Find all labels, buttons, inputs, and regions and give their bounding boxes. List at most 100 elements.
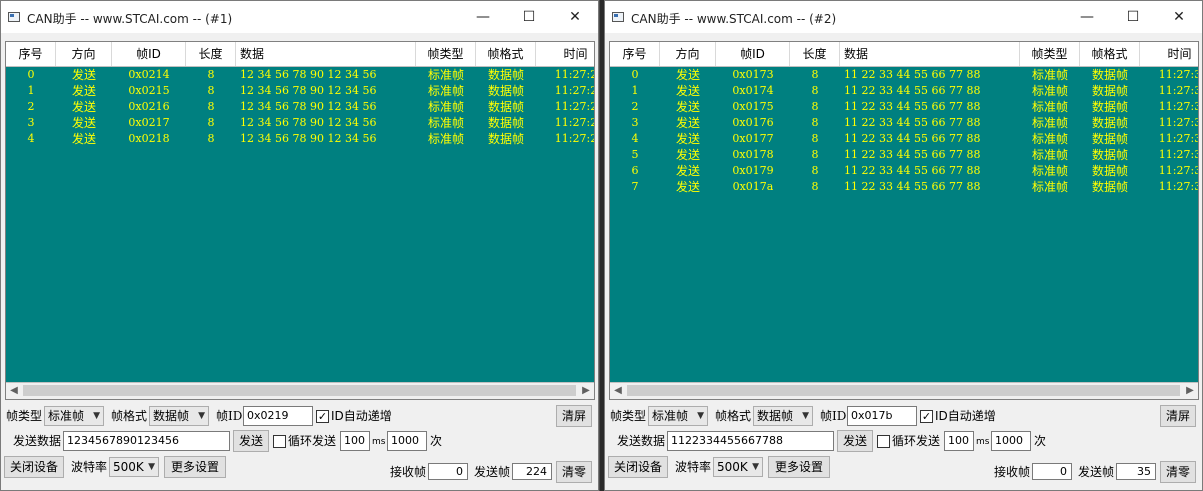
- loop-interval-input[interactable]: 100: [944, 431, 974, 451]
- column-header-index[interactable]: 序号: [610, 42, 660, 66]
- scrollbar-thumb[interactable]: [627, 385, 1180, 396]
- table-row[interactable]: 3 发送 0x0217 8 12 34 56 78 90 12 34 56 标准帧 数据帧 1…: [6, 115, 595, 131]
- scroll-right-icon[interactable]: ▶: [1182, 383, 1198, 399]
- frame-id-input[interactable]: 0x0219: [243, 406, 313, 426]
- table-row[interactable]: 2 发送 0x0175 8 11 22 33 44 55 66 77 88 标准帧 数据帧 1…: [610, 99, 1199, 115]
- row-length: 8: [811, 148, 819, 161]
- close-device-button[interactable]: 关闭设备: [4, 456, 64, 478]
- column-header-length[interactable]: 长度: [186, 42, 236, 66]
- column-header-length[interactable]: 长度: [790, 42, 840, 66]
- row-index: 4: [631, 132, 639, 145]
- scrollbar-thumb[interactable]: [23, 385, 576, 396]
- column-header-data[interactable]: 数据: [840, 42, 1020, 66]
- table-row[interactable]: 1 发送 0x0215 8 12 34 56 78 90 12 34 56 标准帧 数据帧 1…: [6, 83, 595, 99]
- column-header-frame-type[interactable]: 帧类型: [416, 42, 476, 66]
- column-header-frame-format[interactable]: 帧格式: [1080, 42, 1140, 66]
- column-header-frame-id[interactable]: 帧ID: [112, 42, 186, 66]
- row-length: 8: [811, 84, 819, 97]
- row-direction: 发送: [675, 148, 700, 162]
- row-frame-type: 标准帧: [427, 100, 464, 114]
- frame-list-header: 序号 方向 帧ID 长度 数据 帧类型 帧格式 时间: [6, 42, 594, 67]
- minimize-button[interactable]: —: [1064, 1, 1110, 33]
- row-frame-type: 标准帧: [1031, 116, 1068, 130]
- column-header-direction[interactable]: 方向: [660, 42, 716, 66]
- frame-type-label: 帧类型: [6, 409, 43, 423]
- baud-rate-select[interactable]: 500K ▼: [109, 457, 159, 477]
- table-row[interactable]: 6 发送 0x0179 8 11 22 33 44 55 66 77 88 标准帧 数据帧 1…: [610, 163, 1199, 179]
- frame-id-input[interactable]: 0x017b: [847, 406, 917, 426]
- column-header-time[interactable]: 时间: [1140, 42, 1198, 66]
- row-length: 8: [811, 132, 819, 145]
- loop-send-checkbox[interactable]: [877, 435, 890, 448]
- table-row[interactable]: 7 发送 0x017a 8 11 22 33 44 55 66 77 88 标准帧 数据帧 1…: [610, 179, 1199, 195]
- send-data-input[interactable]: 1234567890123456: [63, 431, 230, 451]
- row-frame-format: 数据帧: [487, 68, 524, 82]
- send-data-label: 发送数据: [13, 434, 62, 448]
- id-auto-increment-checkbox[interactable]: ✓: [316, 410, 329, 423]
- table-row[interactable]: 4 发送 0x0218 8 12 34 56 78 90 12 34 56 标准帧 数据帧 1…: [6, 131, 595, 147]
- more-settings-button[interactable]: 更多设置: [164, 456, 226, 478]
- close-device-button[interactable]: 关闭设备: [608, 456, 668, 478]
- frame-format-value: 数据帧: [153, 409, 190, 423]
- frame-format-select[interactable]: 数据帧 ▼: [149, 406, 209, 426]
- row-direction: 发送: [71, 132, 96, 146]
- clear-count-button[interactable]: 清零: [1160, 461, 1196, 483]
- table-row[interactable]: 1 发送 0x0174 8 11 22 33 44 55 66 77 88 标准帧 数据帧 1…: [610, 83, 1199, 99]
- row-time: 11:27:2: [554, 132, 595, 145]
- frame-type-select[interactable]: 标准帧 ▼: [648, 406, 708, 426]
- send-button[interactable]: 发送: [837, 430, 873, 452]
- row-direction: 发送: [71, 100, 96, 114]
- clear-count-button[interactable]: 清零: [556, 461, 592, 483]
- maximize-button[interactable]: ☐: [506, 1, 552, 33]
- column-header-frame-id[interactable]: 帧ID: [716, 42, 790, 66]
- column-header-direction[interactable]: 方向: [56, 42, 112, 66]
- table-row[interactable]: 0 发送 0x0214 8 12 34 56 78 90 12 34 56 标准帧 数据帧 1…: [6, 67, 595, 83]
- frame-type-select[interactable]: 标准帧 ▼: [44, 406, 104, 426]
- column-header-frame-format[interactable]: 帧格式: [476, 42, 536, 66]
- column-header-data[interactable]: 数据: [236, 42, 416, 66]
- clear-screen-button[interactable]: 清屏: [556, 405, 592, 427]
- close-button[interactable]: ✕: [552, 1, 598, 33]
- send-data-input[interactable]: 1122334455667788: [667, 431, 834, 451]
- title-bar[interactable]: CAN助手 -- www.STCAI.com -- (#1) — ☐ ✕: [1, 1, 598, 33]
- column-header-time[interactable]: 时间: [536, 42, 594, 66]
- horizontal-scrollbar[interactable]: ◀ ▶: [610, 382, 1198, 399]
- window-title: CAN助手 -- www.STCAI.com -- (#2): [631, 12, 837, 26]
- row-data: 11 22 33 44 55 66 77 88: [844, 68, 981, 81]
- table-row[interactable]: 2 发送 0x0216 8 12 34 56 78 90 12 34 56 标准帧 数据帧 1…: [6, 99, 595, 115]
- id-auto-increment-checkbox[interactable]: ✓: [920, 410, 933, 423]
- title-bar[interactable]: CAN助手 -- www.STCAI.com -- (#2) — ☐ ✕: [605, 1, 1202, 33]
- row-length: 8: [207, 116, 215, 129]
- frame-list[interactable]: 序号 方向 帧ID 长度 数据 帧类型 帧格式 时间 0 发送 0x0214 8 12 …: [5, 41, 595, 400]
- baud-rate-select[interactable]: 500K ▼: [713, 457, 763, 477]
- frame-format-select[interactable]: 数据帧 ▼: [753, 406, 813, 426]
- loop-count-input[interactable]: 1000: [991, 431, 1031, 451]
- maximize-button[interactable]: ☐: [1110, 1, 1156, 33]
- scroll-left-icon[interactable]: ◀: [610, 383, 626, 399]
- column-header-frame-type[interactable]: 帧类型: [1020, 42, 1080, 66]
- clear-screen-button[interactable]: 清屏: [1160, 405, 1196, 427]
- frame-list[interactable]: 序号 方向 帧ID 长度 数据 帧类型 帧格式 时间 0 发送 0x0173 8 11 …: [609, 41, 1199, 400]
- row-time: 11:27:3: [1158, 84, 1199, 97]
- chevron-down-icon: ▼: [198, 411, 205, 421]
- scroll-left-icon[interactable]: ◀: [6, 383, 22, 399]
- close-button[interactable]: ✕: [1156, 1, 1202, 33]
- scroll-right-icon[interactable]: ▶: [578, 383, 594, 399]
- table-row[interactable]: 3 发送 0x0176 8 11 22 33 44 55 66 77 88 标准帧 数据帧 1…: [610, 115, 1199, 131]
- horizontal-scrollbar[interactable]: ◀ ▶: [6, 382, 594, 399]
- id-auto-increment-label: ID自动递增: [331, 409, 392, 423]
- minimize-button[interactable]: —: [460, 1, 506, 33]
- table-row[interactable]: 4 发送 0x0177 8 11 22 33 44 55 66 77 88 标准帧 数据帧 1…: [610, 131, 1199, 147]
- table-row[interactable]: 0 发送 0x0173 8 11 22 33 44 55 66 77 88 标准帧 数据帧 1…: [610, 67, 1199, 83]
- loop-interval-input[interactable]: 100: [340, 431, 370, 451]
- send-button[interactable]: 发送: [233, 430, 269, 452]
- loop-send-checkbox[interactable]: [273, 435, 286, 448]
- row-time: 11:27:3: [1158, 164, 1199, 177]
- row-frame-type: 标准帧: [1031, 164, 1068, 178]
- row-data: 12 34 56 78 90 12 34 56: [240, 100, 377, 113]
- column-header-index[interactable]: 序号: [6, 42, 56, 66]
- loop-count-input[interactable]: 1000: [387, 431, 427, 451]
- more-settings-button[interactable]: 更多设置: [768, 456, 830, 478]
- sent-frames-label: 发送帧: [474, 465, 511, 479]
- table-row[interactable]: 5 发送 0x0178 8 11 22 33 44 55 66 77 88 标准帧 数据帧 1…: [610, 147, 1199, 163]
